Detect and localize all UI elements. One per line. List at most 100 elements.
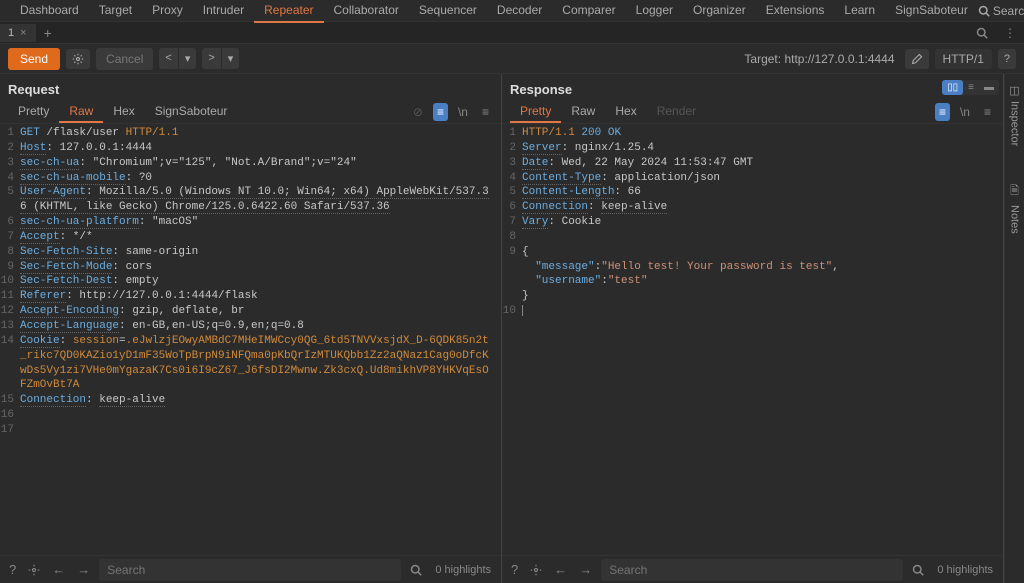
code-line: 12Accept-Encoding: gzip, deflate, br — [0, 304, 501, 319]
code-line: 6sec-ch-ua-platform: "macOS" — [0, 215, 501, 230]
layout-combined[interactable]: ▬ — [979, 80, 999, 95]
request-subtab-signsaboteur[interactable]: SignSaboteur — [145, 101, 238, 123]
help-icon[interactable]: ? — [508, 560, 521, 579]
code-line: 4Content-Type: application/json — [502, 171, 1003, 186]
menu-organizer[interactable]: Organizer — [683, 0, 756, 23]
layout-stacked[interactable]: ≡ — [963, 80, 979, 95]
gear-icon-button[interactable] — [25, 562, 43, 578]
notes-tab[interactable]: 🗎 Notes — [1007, 174, 1023, 242]
response-subtab-pretty[interactable]: Pretty — [510, 101, 561, 123]
code-line: 2Host: 127.0.0.1:4444 — [0, 141, 501, 156]
history-forward-button[interactable]: > — [202, 48, 221, 69]
menu-proxy[interactable]: Proxy — [142, 0, 193, 23]
layout-side-by-side[interactable]: ▯▯ — [942, 80, 963, 95]
request-subtab-hex[interactable]: Hex — [103, 101, 144, 123]
response-panel: Response ▯▯ ≡ ▬ PrettyRawHexRender ≡ \n … — [502, 74, 1004, 583]
code-line: 17 — [0, 423, 501, 438]
code-line: 14Cookie: session=.eJwlzjEOwyAMBdC7MHeIM… — [0, 334, 501, 393]
response-subtabs: PrettyRawHexRender ≡ \n ≡ — [502, 101, 1003, 124]
help-icon[interactable]: ? — [6, 560, 19, 579]
response-subtab-render: Render — [647, 101, 706, 123]
close-icon[interactable]: × — [20, 27, 26, 39]
inspector-icon: ◫ — [1009, 84, 1019, 97]
help-button[interactable]: ? — [998, 49, 1016, 69]
code-line: 6Connection: keep-alive — [502, 200, 1003, 215]
history-forward-dropdown[interactable]: ▾ — [222, 48, 240, 69]
tab-menu-button[interactable]: ⋮ — [996, 23, 1024, 43]
toggle-wrap[interactable]: ≡ — [935, 103, 950, 121]
repeater-tab-1[interactable]: 1 × — [0, 24, 36, 42]
code-line: 5Content-Length: 66 — [502, 185, 1003, 200]
response-subtab-raw[interactable]: Raw — [561, 101, 605, 123]
gear-icon — [28, 564, 40, 576]
code-line: 10 — [502, 304, 1003, 319]
menu-repeater[interactable]: Repeater — [254, 0, 323, 23]
search-go-button[interactable] — [909, 562, 927, 578]
send-options-button[interactable] — [66, 49, 90, 69]
menu-comparer[interactable]: Comparer — [552, 0, 625, 23]
gear-icon — [530, 564, 542, 576]
response-viewer[interactable]: 1HTTP/1.1 200 OK2Server: nginx/1.25.43Da… — [502, 124, 1003, 555]
menu-learn[interactable]: Learn — [834, 0, 885, 23]
gear-icon — [72, 53, 84, 65]
right-sidebar: ◫ Inspector 🗎 Notes — [1004, 74, 1024, 583]
code-line: 3sec-ch-ua: "Chromium";v="125", "Not.A/B… — [0, 156, 501, 171]
request-subtab-raw[interactable]: Raw — [59, 101, 103, 123]
nav-left-button[interactable]: ← — [49, 560, 68, 579]
request-search-input[interactable] — [99, 559, 401, 581]
code-line: "username":"test" — [502, 274, 1003, 289]
target-label: Target: http://127.0.0.1:4444 — [744, 52, 894, 66]
toggle-hidden-chars[interactable]: ⊘ — [409, 103, 427, 121]
history-back-dropdown[interactable]: ▾ — [179, 48, 197, 69]
request-menu[interactable]: ≡ — [478, 103, 493, 121]
code-line: 8 — [502, 230, 1003, 245]
history-back-button[interactable]: < — [159, 48, 178, 69]
code-line: "message":"Hello test! Your password is … — [502, 260, 1003, 275]
code-line: 9{ — [502, 245, 1003, 260]
inspector-tab[interactable]: ◫ Inspector — [1007, 76, 1023, 154]
edit-target-button[interactable] — [905, 49, 929, 69]
menu-intruder[interactable]: Intruder — [193, 0, 254, 23]
nav-right-button[interactable]: → — [576, 560, 595, 579]
send-button[interactable]: Send — [8, 48, 60, 70]
menu-collaborator[interactable]: Collaborator — [324, 0, 409, 23]
code-line: 4sec-ch-ua-mobile: ?0 — [0, 171, 501, 186]
response-search-input[interactable] — [601, 559, 903, 581]
response-header: Response — [502, 74, 942, 101]
cancel-button[interactable]: Cancel — [96, 48, 153, 70]
search-go-button[interactable] — [407, 562, 425, 578]
code-line: 5User-Agent: Mozilla/5.0 (Windows NT 10.… — [0, 185, 501, 215]
code-line: 1GET /flask/user HTTP/1.1 — [0, 126, 501, 141]
menu-extensions[interactable]: Extensions — [756, 0, 835, 23]
request-editor[interactable]: 1GET /flask/user HTTP/1.12Host: 127.0.0.… — [0, 124, 501, 555]
tab-label: 1 — [8, 27, 14, 39]
menu-target[interactable]: Target — [89, 0, 142, 23]
tab-search-button[interactable] — [968, 24, 996, 42]
code-line: 13Accept-Language: en-GB,en-US;q=0.9,en;… — [0, 319, 501, 334]
gear-icon-button[interactable] — [527, 562, 545, 578]
add-tab-button[interactable]: + — [36, 22, 60, 44]
request-subtab-pretty[interactable]: Pretty — [8, 101, 59, 123]
menu-signsaboteur[interactable]: SignSaboteur — [885, 0, 978, 23]
menu-dashboard[interactable]: Dashboard — [10, 0, 89, 23]
response-highlights: 0 highlights — [937, 564, 993, 576]
global-search[interactable]: Search — [978, 4, 1024, 18]
nav-left-button[interactable]: ← — [551, 560, 570, 579]
http-version-selector[interactable]: HTTP/1 — [935, 49, 992, 69]
search-label: Search — [993, 4, 1024, 18]
nav-right-button[interactable]: → — [74, 560, 93, 579]
response-menu[interactable]: ≡ — [980, 103, 995, 121]
line-ending-toggle[interactable]: \n — [454, 103, 472, 121]
search-icon — [912, 564, 924, 576]
request-bottom-bar: ? ← → 0 highlights — [0, 555, 501, 583]
menu-decoder[interactable]: Decoder — [487, 0, 552, 23]
line-ending-toggle[interactable]: \n — [956, 103, 974, 121]
response-subtab-hex[interactable]: Hex — [605, 101, 646, 123]
top-menu: DashboardTargetProxyIntruderRepeaterColl… — [0, 0, 1024, 22]
toggle-wrap[interactable]: ≡ — [433, 103, 448, 121]
code-line: 7Accept: */* — [0, 230, 501, 245]
search-icon — [978, 5, 990, 17]
menu-sequencer[interactable]: Sequencer — [409, 0, 487, 23]
pencil-icon — [911, 53, 923, 65]
menu-logger[interactable]: Logger — [626, 0, 683, 23]
